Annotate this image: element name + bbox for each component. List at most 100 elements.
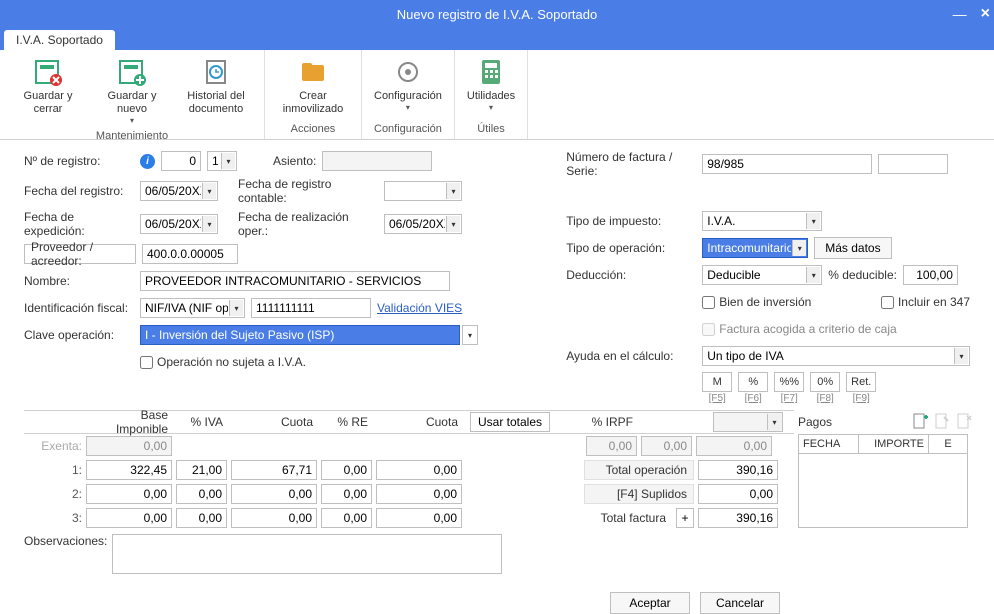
cancelar-button[interactable]: Cancelar xyxy=(700,592,780,614)
r2-cuota1[interactable] xyxy=(231,484,317,504)
total-op-label: Total operación xyxy=(584,460,694,480)
header-irpf: % IRPF xyxy=(584,415,639,429)
r2-base[interactable] xyxy=(86,484,172,504)
gear-icon xyxy=(392,56,424,88)
utilidades-button[interactable]: Utilidades ▾ xyxy=(463,54,519,121)
id-fiscal-tipo-select[interactable] xyxy=(140,298,245,318)
r3-re[interactable] xyxy=(321,508,372,528)
pagos-label: Pagos xyxy=(798,415,832,429)
op-no-sujeta-checkbox[interactable]: Operación no sujeta a I.V.A. xyxy=(140,355,306,369)
r2-iva[interactable] xyxy=(176,484,227,504)
mini-0pct-button[interactable]: 0% xyxy=(810,372,840,392)
tipo-operacion-select[interactable] xyxy=(702,238,808,258)
info-icon[interactable]: i xyxy=(140,154,155,169)
num-registro-a-input[interactable] xyxy=(161,151,201,171)
window-title: Nuevo registro de I.V.A. Soportado xyxy=(397,7,597,22)
mini-ret-key: [F9] xyxy=(853,393,870,404)
usar-totales-button[interactable]: Usar totales xyxy=(470,412,550,432)
r1-cuota1[interactable] xyxy=(231,460,317,480)
r1-iva[interactable] xyxy=(176,460,227,480)
fecha-registro-input[interactable] xyxy=(140,181,218,201)
configuracion-button[interactable]: Configuración ▾ xyxy=(370,54,446,121)
guardar-cerrar-button[interactable]: Guardar y cerrar xyxy=(8,54,88,128)
guardar-nuevo-button[interactable]: Guardar y nuevo ▾ xyxy=(92,54,172,128)
proveedor-input[interactable] xyxy=(142,244,238,264)
fecha-realizacion-label: Fecha de realización oper.: xyxy=(238,210,378,238)
observaciones-textarea[interactable] xyxy=(112,534,502,574)
r1-cuota2[interactable] xyxy=(376,460,462,480)
id-fiscal-label: Identificación fiscal: xyxy=(24,301,134,315)
row2-label: 2: xyxy=(24,487,84,501)
r3-cuota1[interactable] xyxy=(231,508,317,528)
tab-iva-soportado[interactable]: I.V.A. Soportado xyxy=(4,30,115,50)
deduccion-select[interactable] xyxy=(702,265,822,285)
fecha-realizacion-input[interactable] xyxy=(384,214,462,234)
pagos-delete-icon[interactable] xyxy=(955,412,973,430)
tipo-impuesto-select[interactable] xyxy=(702,211,822,231)
chevron-down-icon: ▾ xyxy=(406,103,410,113)
r3-iva[interactable] xyxy=(176,508,227,528)
r1-re[interactable] xyxy=(321,460,372,480)
fecha-registro-contable-input[interactable] xyxy=(384,181,462,201)
chevron-down-icon: ▾ xyxy=(489,103,493,113)
close-icon[interactable]: × xyxy=(981,5,990,23)
pagos-edit-icon[interactable] xyxy=(933,412,951,430)
r3-cuota2[interactable] xyxy=(376,508,462,528)
r2-re[interactable] xyxy=(321,484,372,504)
row-exenta-label: Exenta: xyxy=(24,439,84,453)
pagos-add-icon[interactable] xyxy=(911,412,929,430)
mini-pct-button[interactable]: % xyxy=(738,372,768,392)
aceptar-button[interactable]: Aceptar xyxy=(610,592,690,614)
num-factura-label: Número de factura / Serie: xyxy=(566,150,696,178)
id-fiscal-num-input[interactable] xyxy=(251,298,371,318)
irpf-select[interactable] xyxy=(713,412,783,432)
historial-button[interactable]: Historial del documento xyxy=(176,54,256,128)
group-configuracion-label: Configuración xyxy=(370,121,446,137)
r3-base[interactable] xyxy=(86,508,172,528)
proveedor-label-button[interactable]: Proveedor / acreedor: xyxy=(24,244,136,264)
row3-label: 3: xyxy=(24,511,84,525)
num-registro-b-input[interactable] xyxy=(207,151,237,171)
mini-0pct-key: [F8] xyxy=(817,393,834,404)
validacion-vies-link[interactable]: Validación VIES xyxy=(377,301,462,315)
fecha-expedicion-label: Fecha de expedición: xyxy=(24,210,134,238)
ayuda-calculo-select[interactable] xyxy=(702,346,970,366)
pagos-table[interactable]: FECHA IMPORTE E xyxy=(798,434,968,528)
incluir-347-checkbox[interactable]: Incluir en 347 xyxy=(881,295,970,309)
total-op-value xyxy=(698,460,778,480)
nombre-input[interactable] xyxy=(140,271,450,291)
mini-ret-button[interactable]: Ret. xyxy=(846,372,876,392)
mini-pct-key: [F6] xyxy=(745,393,762,404)
pagos-header-importe: IMPORTE xyxy=(859,435,929,453)
mas-datos-button[interactable]: Más datos xyxy=(814,237,891,259)
group-utiles-label: Útiles xyxy=(463,121,519,137)
total-fact-label: Total factura xyxy=(584,508,672,528)
crear-inmovilizado-button[interactable]: Crear inmovilizado xyxy=(273,54,353,121)
num-registro-label: Nº de registro: xyxy=(24,154,134,168)
pct-deducible-input[interactable] xyxy=(903,265,958,285)
suplidos-value[interactable] xyxy=(698,484,778,504)
fecha-expedicion-input[interactable] xyxy=(140,214,218,234)
header-iva: % IVA xyxy=(174,415,229,429)
group-mantenimiento-label: Mantenimiento xyxy=(8,128,256,144)
num-factura-input[interactable] xyxy=(702,154,872,174)
row1-label: 1: xyxy=(24,463,84,477)
r1-base[interactable] xyxy=(86,460,172,480)
chevron-down-icon: ▾ xyxy=(130,116,134,126)
titlebar: Nuevo registro de I.V.A. Soportado — × xyxy=(0,0,994,28)
mini-m-button[interactable]: M xyxy=(702,372,732,392)
suplidos-label[interactable]: [F4] Suplidos xyxy=(584,484,694,504)
observaciones-label: Observaciones: xyxy=(24,534,106,574)
minimize-icon[interactable]: — xyxy=(953,6,967,22)
deduccion-label: Deducción: xyxy=(566,268,696,282)
save-close-icon xyxy=(32,56,64,88)
clave-op-select[interactable] xyxy=(140,325,460,345)
bien-inversion-checkbox[interactable]: Bien de inversión xyxy=(702,295,811,309)
serie-input[interactable] xyxy=(878,154,948,174)
r2-cuota2[interactable] xyxy=(376,484,462,504)
mini-pctpct-button[interactable]: %% xyxy=(774,372,804,392)
total-fact-plus-button[interactable]: + xyxy=(676,508,694,528)
form-area: Nº de registro: i ▾ Asiento: Fecha del r… xyxy=(0,140,994,410)
tipo-impuesto-label: Tipo de impuesto: xyxy=(566,214,696,228)
save-new-icon xyxy=(116,56,148,88)
